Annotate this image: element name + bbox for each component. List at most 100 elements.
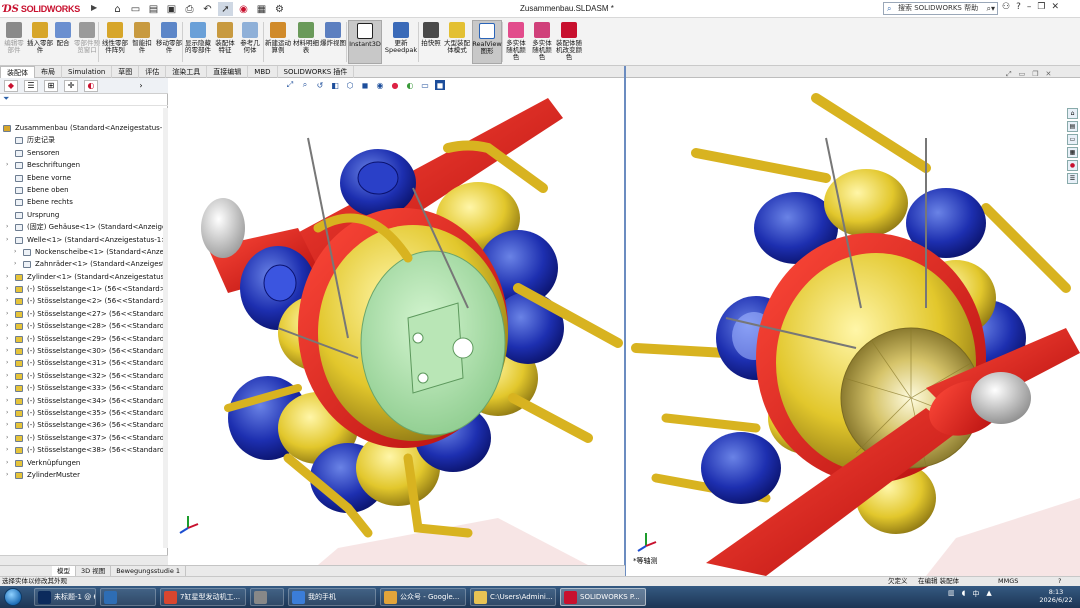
tree-expand-icon[interactable]: › [6, 370, 8, 382]
command-button-17[interactable]: RealView图形 [472, 20, 502, 64]
tree-expand-icon[interactable]: › [6, 159, 8, 171]
tree-item[interactable]: › (-) Stösselstange<31> (56<<Standard [0, 357, 168, 369]
tree-horizontal-scrollbar[interactable] [0, 555, 168, 565]
tree-expand-icon[interactable]: › [6, 444, 8, 456]
solidworks-logo[interactable]: ƊS SOLIDWORKS [3, 1, 91, 17]
tab-5[interactable]: 渲染工具 [166, 66, 208, 78]
command-button-2[interactable]: 配合 [54, 20, 72, 64]
command-button-6[interactable]: 移动零部件 [156, 20, 182, 64]
tab-3[interactable]: 草图 [112, 66, 140, 78]
select-icon[interactable]: ➚ [218, 2, 233, 16]
tree-expand-icon[interactable]: › [6, 357, 8, 369]
graphics-area-right[interactable] [626, 78, 1080, 576]
tree-item[interactable]: › Verknüpfungen [0, 457, 168, 469]
engine-model-left[interactable] [168, 78, 624, 565]
realview-icon[interactable]: ◼ [435, 80, 445, 90]
zoom-to-fit-icon[interactable]: ⤢ [285, 80, 295, 90]
model-tab-0[interactable]: 模型 [52, 566, 76, 576]
command-button-12[interactable]: 爆炸视图 [320, 20, 346, 64]
graphics-area-left[interactable] [168, 78, 624, 565]
tree-item[interactable]: Sensoren [0, 147, 168, 159]
system-clock[interactable]: 8:13 2026/6/22 [1036, 588, 1076, 604]
apply-scene-icon[interactable]: ◐ [405, 80, 415, 90]
tree-item[interactable]: › (-) Stösselstange<34> (56<<Standard [0, 395, 168, 407]
taskbar-item-2[interactable]: 7缸星型发动机工... [160, 588, 246, 606]
command-button-1[interactable]: 插入零部件 [27, 20, 53, 64]
tree-item[interactable]: 历史记录 [0, 134, 168, 146]
viewport-close-icon[interactable]: ✕ [1046, 70, 1052, 79]
search-dropdown-icon[interactable]: ⌕▾ [987, 3, 996, 14]
filter-icon[interactable]: ⏷ [0, 94, 168, 106]
open-file-icon[interactable]: ▤ [146, 2, 161, 16]
user-icon[interactable]: ⚇ [1002, 2, 1010, 12]
menu-expand-icon[interactable]: ▶ [91, 3, 99, 15]
tree-item[interactable]: Ebene vorne [0, 172, 168, 184]
help-search-input[interactable]: ⌕ 搜索 SOLIDWORKS 帮助 ⌕▾ [883, 2, 998, 15]
command-button-13[interactable]: Instant3D [348, 20, 382, 64]
tree-item[interactable]: › Beschriftungen [0, 159, 168, 171]
tree-item[interactable]: Ursprung [0, 209, 168, 221]
tree-item[interactable]: › (-) Stösselstange<30> (56<<Standard [0, 345, 168, 357]
rebuild-icon[interactable]: ◉ [236, 2, 251, 16]
tree-expand-icon[interactable]: › [6, 432, 8, 444]
viewport-tile-icon[interactable]: ▭ [1019, 70, 1026, 79]
tab-7[interactable]: MBD [248, 66, 278, 78]
tree-expand-icon[interactable]: › [6, 395, 8, 407]
tree-item[interactable]: › (固定) Gehäuse<1> (Standard<Anzeigestat [0, 221, 168, 233]
taskbar-item-7[interactable]: SOLIDWORKS P... [560, 588, 646, 606]
panel-expand-icon[interactable]: › [134, 80, 148, 92]
command-button-5[interactable]: 智能扣件 [130, 20, 154, 64]
tab-8[interactable]: SOLIDWORKS 插件 [278, 66, 355, 78]
tree-item[interactable]: › (-) Stösselstange<2> (56<<Standard> [0, 295, 168, 307]
status-help-icon[interactable]: ? [1058, 577, 1061, 586]
taskbar-item-6[interactable]: C:\Users\Admini... [470, 588, 556, 606]
tree-expand-icon[interactable]: › [6, 333, 8, 345]
viewport-restore-icon[interactable]: ❐ [1032, 70, 1038, 79]
file-explorer-icon[interactable]: ▭ [1067, 134, 1078, 145]
display-style-icon[interactable]: ◼ [360, 80, 370, 90]
undo-icon[interactable]: ↶ [200, 2, 215, 16]
tree-item[interactable]: › (-) Stösselstange<29> (56<<Standard [0, 333, 168, 345]
tree-item[interactable]: › Nockenscheibe<1> (Standard<Anzeigest [0, 246, 168, 258]
tree-item[interactable]: Ebene oben [0, 184, 168, 196]
model-tab-2[interactable]: Bewegungsstudie 1 [111, 566, 187, 576]
display-manager-icon[interactable]: ◐ [84, 79, 98, 92]
tree-expand-icon[interactable]: › [6, 382, 8, 394]
command-button-10[interactable]: 新建运动算例 [265, 20, 291, 64]
taskbar-item-1[interactable] [100, 588, 156, 606]
tree-item[interactable]: › ZylinderMuster [0, 469, 168, 481]
tree-expand-icon[interactable]: › [6, 457, 8, 469]
tree-item[interactable]: Zusammenbau (Standard<Anzeigestatus- [0, 122, 168, 134]
tree-expand-icon[interactable]: › [6, 308, 8, 320]
language-icon[interactable]: 中 [972, 589, 979, 599]
start-button-icon[interactable] [4, 588, 22, 606]
property-manager-icon[interactable]: ☰ [24, 79, 38, 92]
notification-icon[interactable]: ▲ [986, 589, 991, 599]
appearances-icon[interactable]: ● [1067, 160, 1078, 171]
viewport-maximize-icon[interactable]: ⤢ [1006, 70, 1012, 79]
tree-expand-icon[interactable]: › [6, 345, 8, 357]
tree-item[interactable]: › (-) Stösselstange<33> (56<<Standard [0, 382, 168, 394]
tab-0[interactable]: 装配体 [0, 66, 35, 78]
model-tab-1[interactable]: 3D 视图 [76, 566, 112, 576]
tab-4[interactable]: 评估 [139, 66, 167, 78]
solidworks-resources-icon[interactable]: ⌂ [1067, 108, 1078, 119]
command-button-15[interactable]: 拍快照 [420, 20, 442, 64]
dimxpert-icon[interactable]: ✛ [64, 79, 78, 92]
custom-properties-icon[interactable]: ☰ [1067, 173, 1078, 184]
restore-icon[interactable]: ❐ [1037, 2, 1045, 12]
tree-item[interactable]: › (-) Stösselstange<37> (56<<Standard [0, 432, 168, 444]
tree-expand-icon[interactable]: › [6, 295, 8, 307]
taskbar-item-0[interactable]: 未标题-1 @ 66.7... [34, 588, 96, 606]
tree-item[interactable]: › (-) Stösselstange<28> (56<<Standard [0, 320, 168, 332]
tree-item[interactable]: Ebene rechts [0, 196, 168, 208]
home-icon[interactable]: ⌂ [110, 2, 125, 16]
command-button-8[interactable]: 装配体特征 [214, 20, 236, 64]
feature-tree-icon[interactable]: ◆ [4, 79, 18, 92]
taskbar-item-4[interactable]: 我的手机 [288, 588, 376, 606]
tree-item[interactable]: › (-) Stösselstange<27> (56<<Standard [0, 308, 168, 320]
print-icon[interactable]: ⎙ [182, 2, 197, 16]
section-view-icon[interactable]: ◧ [330, 80, 340, 90]
edit-appearance-icon[interactable]: ● [390, 80, 400, 90]
command-button-7[interactable]: 显示隐藏的零部件 [184, 20, 212, 64]
